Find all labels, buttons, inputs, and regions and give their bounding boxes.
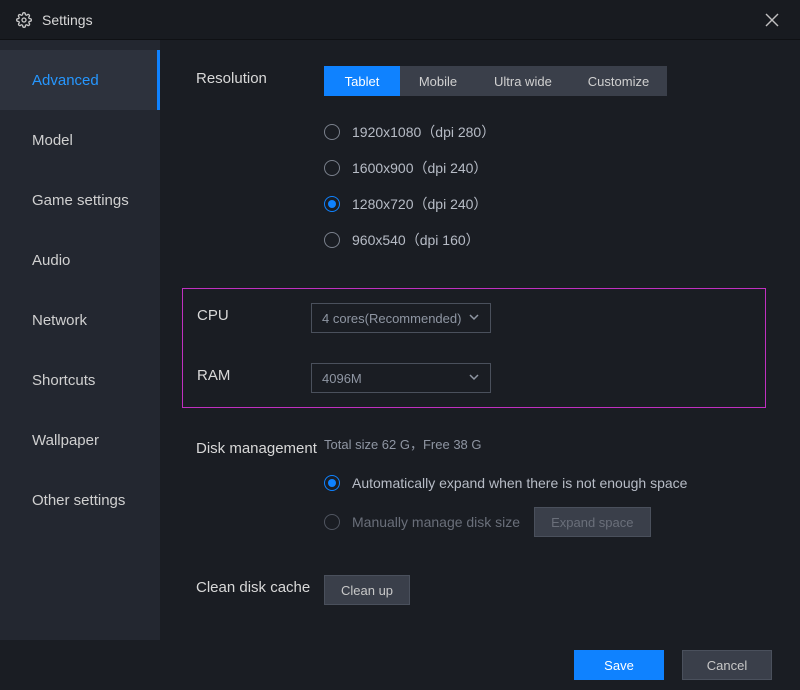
gear-icon bbox=[16, 12, 32, 28]
radio-label: 960x540（dpi 160） bbox=[352, 230, 480, 250]
sidebar-item-label: Network bbox=[32, 312, 87, 329]
chevron-down-icon bbox=[468, 371, 480, 386]
resolution-tab-customize[interactable]: Customize bbox=[570, 66, 667, 96]
footer: Save Cancel bbox=[0, 640, 800, 690]
sidebar-item-label: Other settings bbox=[32, 492, 125, 509]
content-panel: Resolution Tablet Mobile Ultra wide Cust… bbox=[160, 40, 800, 640]
save-button[interactable]: Save bbox=[574, 650, 664, 680]
sidebar-item-network[interactable]: Network bbox=[0, 290, 160, 350]
radio-icon bbox=[324, 124, 340, 140]
cancel-button[interactable]: Cancel bbox=[682, 650, 772, 680]
resolution-options: 1920x1080（dpi 280） 1600x900（dpi 240） 128… bbox=[324, 114, 766, 258]
radio-icon bbox=[324, 160, 340, 176]
select-value: 4096M bbox=[322, 371, 362, 386]
disk-status-text: Total size 62 G，Free 38 G bbox=[324, 434, 766, 453]
radio-icon bbox=[324, 232, 340, 248]
radio-label: Manually manage disk size bbox=[352, 514, 520, 530]
sidebar-item-advanced[interactable]: Advanced bbox=[0, 50, 160, 110]
sidebar: Advanced Model Game settings Audio Netwo… bbox=[0, 40, 160, 640]
resolution-option-960x540[interactable]: 960x540（dpi 160） bbox=[324, 222, 766, 258]
sidebar-item-game-settings[interactable]: Game settings bbox=[0, 170, 160, 230]
resolution-option-1600x900[interactable]: 1600x900（dpi 240） bbox=[324, 150, 766, 186]
sidebar-item-label: Advanced bbox=[32, 72, 99, 89]
cpu-ram-highlight: CPU 4 cores(Recommended) RAM 4096M bbox=[182, 288, 766, 408]
sidebar-item-label: Game settings bbox=[32, 192, 129, 209]
radio-icon bbox=[324, 514, 340, 530]
chevron-down-icon bbox=[468, 311, 480, 326]
disk-option-auto[interactable]: Automatically expand when there is not e… bbox=[324, 467, 766, 499]
sidebar-item-model[interactable]: Model bbox=[0, 110, 160, 170]
radio-label: 1280x720（dpi 240） bbox=[352, 194, 487, 214]
resolution-label: Resolution bbox=[196, 66, 324, 258]
sidebar-item-label: Model bbox=[32, 132, 73, 149]
close-button[interactable] bbox=[760, 8, 784, 32]
title-bar: Settings bbox=[0, 0, 800, 40]
sidebar-item-label: Audio bbox=[32, 252, 70, 269]
radio-icon bbox=[324, 475, 340, 491]
resolution-tab-mobile[interactable]: Mobile bbox=[400, 66, 476, 96]
radio-label: 1600x900（dpi 240） bbox=[352, 158, 487, 178]
expand-space-button: Expand space bbox=[534, 507, 650, 537]
radio-label: Automatically expand when there is not e… bbox=[352, 475, 687, 491]
select-value: 4 cores(Recommended) bbox=[322, 311, 461, 326]
ram-select[interactable]: 4096M bbox=[311, 363, 491, 393]
disk-management-label: Disk management bbox=[196, 434, 324, 545]
clean-disk-label: Clean disk cache bbox=[196, 575, 324, 605]
resolution-tab-tablet[interactable]: Tablet bbox=[324, 66, 400, 96]
radio-label: 1920x1080（dpi 280） bbox=[352, 122, 495, 142]
resolution-tab-ultrawide[interactable]: Ultra wide bbox=[476, 66, 570, 96]
cpu-label: CPU bbox=[197, 303, 311, 333]
resolution-option-1280x720[interactable]: 1280x720（dpi 240） bbox=[324, 186, 766, 222]
sidebar-item-audio[interactable]: Audio bbox=[0, 230, 160, 290]
sidebar-item-label: Shortcuts bbox=[32, 372, 95, 389]
disk-option-manual[interactable]: Manually manage disk size Expand space bbox=[324, 499, 766, 545]
resolution-tab-group: Tablet Mobile Ultra wide Customize bbox=[324, 66, 667, 96]
sidebar-item-shortcuts[interactable]: Shortcuts bbox=[0, 350, 160, 410]
ram-label: RAM bbox=[197, 363, 311, 393]
sidebar-item-other-settings[interactable]: Other settings bbox=[0, 470, 160, 530]
resolution-option-1920x1080[interactable]: 1920x1080（dpi 280） bbox=[324, 114, 766, 150]
radio-icon bbox=[324, 196, 340, 212]
clean-up-button[interactable]: Clean up bbox=[324, 575, 410, 605]
window-title: Settings bbox=[42, 12, 93, 28]
cpu-select[interactable]: 4 cores(Recommended) bbox=[311, 303, 491, 333]
sidebar-item-label: Wallpaper bbox=[32, 432, 99, 449]
sidebar-item-wallpaper[interactable]: Wallpaper bbox=[0, 410, 160, 470]
